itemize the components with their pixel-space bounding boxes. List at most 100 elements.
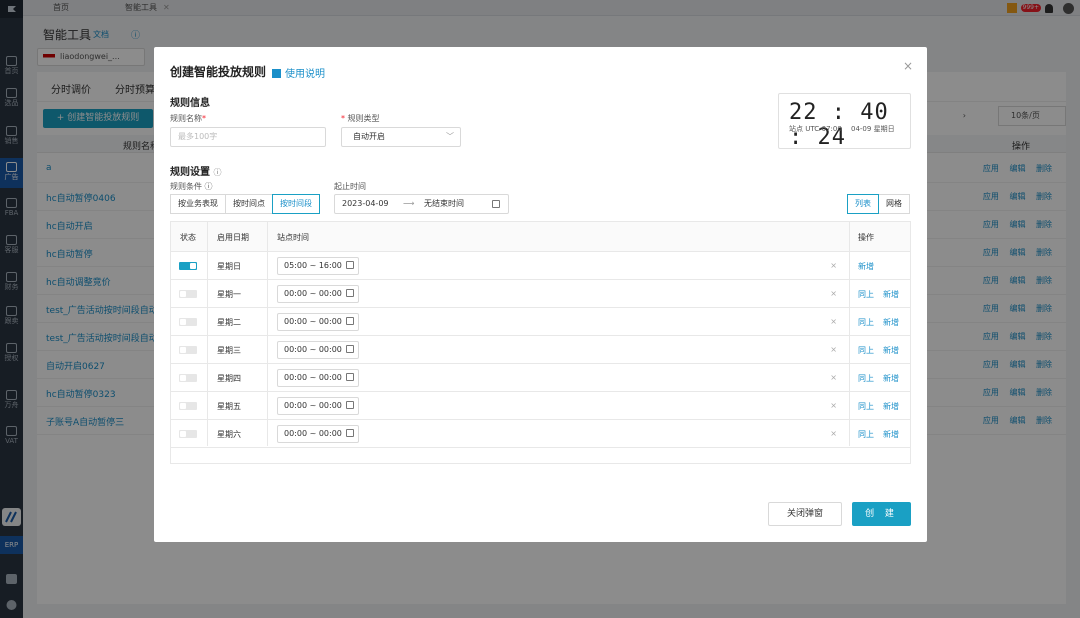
time-value: 00:00 ~ 00:00 <box>284 429 342 438</box>
time-value: 00:00 ~ 00:00 <box>284 401 342 410</box>
status-toggle[interactable] <box>179 290 197 298</box>
status-toggle[interactable] <box>179 262 197 270</box>
clear-icon[interactable]: × <box>830 429 837 438</box>
time-value: 05:00 ~ 16:00 <box>284 261 342 270</box>
add-link[interactable]: 新增 <box>883 289 899 300</box>
time-value: 00:00 ~ 00:00 <box>284 373 342 382</box>
rule-name-label: 规则名称* <box>170 113 206 124</box>
table-header: 状态 启用日期 站点时间 操作 <box>171 222 910 252</box>
time-range-input[interactable]: 00:00 ~ 00:00 <box>277 425 359 443</box>
status-toggle[interactable] <box>179 374 197 382</box>
time-range-input[interactable]: 00:00 ~ 00:00 <box>277 341 359 359</box>
calendar-icon <box>346 373 354 381</box>
create-button[interactable]: 创 建 <box>852 502 911 526</box>
add-link[interactable]: 新增 <box>883 401 899 412</box>
day-label: 星期六 <box>217 430 241 439</box>
status-toggle[interactable] <box>179 346 197 354</box>
view-grid-button[interactable]: 网格 <box>878 194 910 214</box>
rule-name-input[interactable]: 最多100字 <box>170 127 326 147</box>
same-as-above-link[interactable]: 同上 <box>858 429 874 440</box>
table-row: 星期日 05:00 ~ 16:00 × 新增 <box>171 252 910 280</box>
clear-icon[interactable]: × <box>830 401 837 410</box>
day-label: 星期二 <box>217 318 241 327</box>
label-text: 规则名称 <box>170 114 202 123</box>
add-link[interactable]: 新增 <box>883 317 899 328</box>
clear-icon[interactable]: × <box>830 373 837 382</box>
same-as-above-link[interactable]: 同上 <box>858 401 874 412</box>
section-label: 规则设置 <box>170 167 210 178</box>
period-label: 起止时间 <box>334 182 366 191</box>
required-mark: * <box>202 114 206 123</box>
close-dialog-button[interactable]: 关闭弹窗 <box>768 502 842 526</box>
condition-time-point[interactable]: 按时间点 <box>225 194 273 214</box>
same-as-above-link[interactable]: 同上 <box>858 345 874 356</box>
close-icon[interactable]: × <box>903 59 913 73</box>
time-value: 00:00 ~ 00:00 <box>284 289 342 298</box>
help-label: 使用说明 <box>285 69 325 80</box>
rule-type-value: 自动开启 <box>353 132 385 141</box>
add-link[interactable]: 新增 <box>858 261 874 272</box>
condition-segmented: 按业务表现 按时间点 按时间段 <box>170 194 320 214</box>
clear-icon[interactable]: × <box>830 317 837 326</box>
status-toggle[interactable] <box>179 402 197 410</box>
clear-icon[interactable]: × <box>830 289 837 298</box>
calendar-icon <box>346 345 354 353</box>
add-link[interactable]: 新增 <box>883 345 899 356</box>
rule-type-label: * 规则类型 <box>341 113 380 124</box>
view-toggle: 列表 网格 <box>847 194 910 214</box>
create-rule-dialog: 创建智能投放规则 使用说明 × 规则信息 规则名称* 最多100字 * 规则类型… <box>154 47 927 542</box>
view-list-button[interactable]: 列表 <box>847 194 879 214</box>
calendar-icon <box>346 317 354 325</box>
day-label: 星期四 <box>217 374 241 383</box>
day-label: 星期日 <box>217 262 241 271</box>
same-as-above-link[interactable]: 同上 <box>858 317 874 328</box>
dialog-title: 创建智能投放规则 <box>170 65 267 79</box>
condition-business[interactable]: 按业务表现 <box>170 194 226 214</box>
time-range-input[interactable]: 00:00 ~ 00:00 <box>277 397 359 415</box>
col-status: 状态 <box>180 233 196 242</box>
calendar-icon <box>346 261 354 269</box>
time-range-input[interactable]: 05:00 ~ 16:00 <box>277 257 359 275</box>
time-range-input[interactable]: 00:00 ~ 00:00 <box>277 313 359 331</box>
time-value: 00:00 ~ 00:00 <box>284 345 342 354</box>
table-row: 星期四 00:00 ~ 00:00 × 同上 新增 <box>171 364 910 392</box>
add-link[interactable]: 新增 <box>883 373 899 384</box>
label-text: 规则条件 <box>170 182 202 191</box>
table-row: 星期六 00:00 ~ 00:00 × 同上 新增 <box>171 420 910 448</box>
info-icon[interactable]: ⓘ <box>205 182 213 191</box>
day-label: 星期三 <box>217 346 241 355</box>
col-ops: 操作 <box>858 233 874 242</box>
site-clock: 22 : 40 : 24 站点 UTC-07:00 04-09 星期日 <box>778 93 911 150</box>
status-toggle[interactable] <box>179 430 197 438</box>
day-label: 星期五 <box>217 402 241 411</box>
clear-icon[interactable]: × <box>830 345 837 354</box>
add-link[interactable]: 新增 <box>883 429 899 440</box>
end-date[interactable]: 无结束时间 <box>424 195 464 213</box>
col-time: 站点时间 <box>277 233 309 242</box>
help-link[interactable]: 使用说明 <box>272 65 325 80</box>
calendar-icon <box>346 289 354 297</box>
chevron-down-icon: ﹀ <box>446 132 454 141</box>
clear-icon[interactable]: × <box>830 261 837 270</box>
condition-time-range[interactable]: 按时间段 <box>272 194 320 214</box>
section-rule-info: 规则信息 <box>170 98 210 109</box>
book-icon <box>272 69 281 78</box>
info-icon[interactable]: ⓘ <box>213 168 221 177</box>
calendar-icon[interactable] <box>492 200 500 208</box>
table-row: 星期二 00:00 ~ 00:00 × 同上 新增 <box>171 308 910 336</box>
rule-type-select[interactable]: 自动开启 ﹀ <box>341 127 461 147</box>
same-as-above-link[interactable]: 同上 <box>858 289 874 300</box>
col-day: 启用日期 <box>217 233 249 242</box>
same-as-above-link[interactable]: 同上 <box>858 373 874 384</box>
date-range-picker[interactable]: 2023-04-09 ⟶ 无结束时间 <box>334 194 509 214</box>
start-date[interactable]: 2023-04-09 <box>342 195 389 213</box>
label-text: 规则类型 <box>347 114 380 123</box>
schedule-table: 状态 启用日期 站点时间 操作 星期日 05:00 ~ 16:00 × 新增 星… <box>170 221 911 464</box>
time-range-input[interactable]: 00:00 ~ 00:00 <box>277 369 359 387</box>
time-range-input[interactable]: 00:00 ~ 00:00 <box>277 285 359 303</box>
section-rule-settings: 规则设置 ⓘ <box>170 163 221 178</box>
table-row: 星期三 00:00 ~ 00:00 × 同上 新增 <box>171 336 910 364</box>
status-toggle[interactable] <box>179 318 197 326</box>
clock-date: 04-09 星期日 <box>851 125 895 133</box>
calendar-icon <box>346 429 354 437</box>
